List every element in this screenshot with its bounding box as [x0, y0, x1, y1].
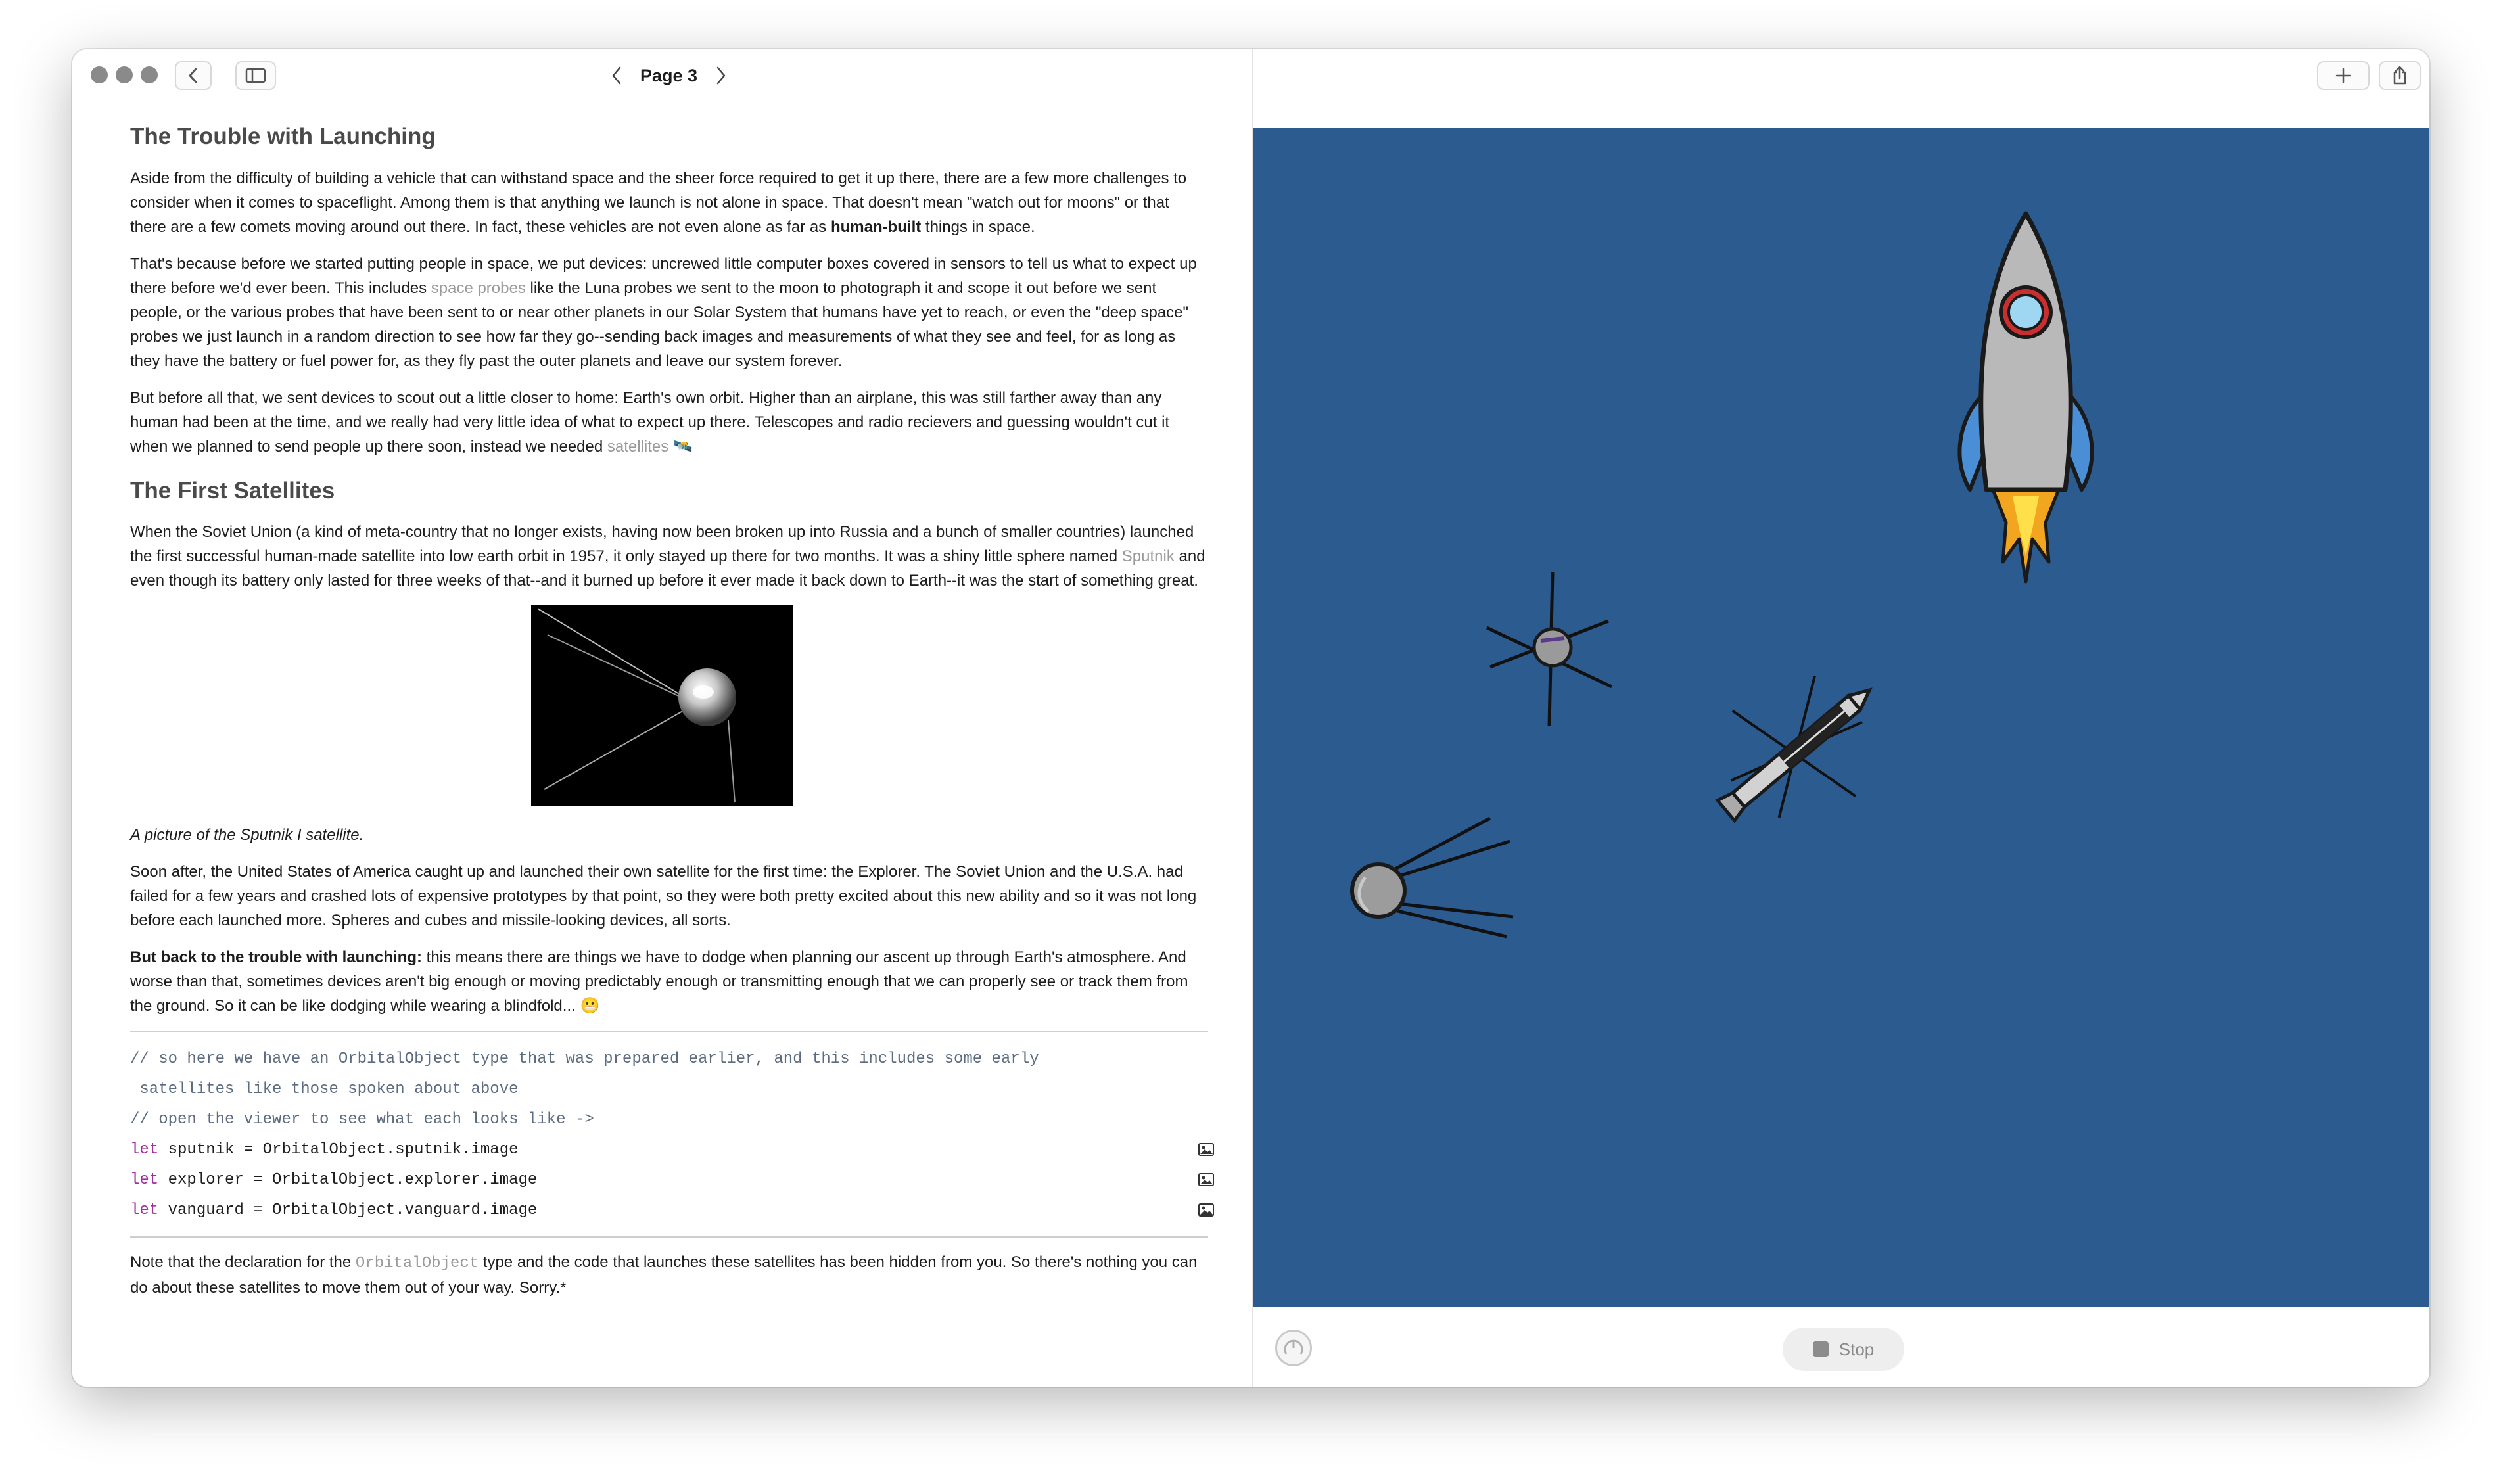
- sputnik-sprite: [1350, 816, 1514, 939]
- speedometer-icon: [1284, 1339, 1303, 1355]
- minimize-window-button[interactable]: [116, 66, 133, 83]
- image-result-icon[interactable]: [1198, 1142, 1215, 1157]
- paragraph: That's because before we started putting…: [130, 254, 1197, 370]
- rocket-sprite: [1957, 211, 2094, 584]
- document-content: The Trouble with Launching Aside from th…: [130, 122, 1214, 1312]
- bold-text: But back to the trouble with launching:: [130, 948, 422, 966]
- code-divider: [130, 1031, 1208, 1032]
- add-button[interactable]: [2317, 61, 2370, 90]
- satellite-emoji: 🛰️: [672, 437, 693, 455]
- chevron-right-icon: [716, 66, 726, 85]
- viewer-controls: Stop: [1253, 1307, 2429, 1387]
- chevron-left-icon: [612, 66, 621, 85]
- code-divider: [130, 1236, 1208, 1238]
- page-navigator: Page 3: [605, 58, 733, 93]
- scene: [1350, 211, 2094, 939]
- grimace-emoji: 😬: [580, 997, 600, 1015]
- code-line-explorer[interactable]: let explorer = OrbitalObject.explorer.im…: [130, 1165, 1214, 1195]
- share-icon: [2393, 66, 2406, 85]
- paragraph: But before all that, we sent devices to …: [130, 388, 1170, 455]
- page-title: Page 3: [640, 65, 698, 85]
- viewer-toolbar: [1253, 49, 2429, 128]
- stop-label: Stop: [1838, 1339, 1875, 1359]
- speed-control-button[interactable]: [1275, 1330, 1312, 1366]
- close-window-button[interactable]: [91, 66, 108, 83]
- inline-code: OrbitalObject: [355, 1255, 479, 1272]
- code-comment: // so here we have an OrbitalObject type…: [130, 1050, 1039, 1068]
- sputnik-link[interactable]: Sputnik: [1122, 547, 1175, 565]
- section-heading: The Trouble with Launching: [130, 124, 436, 149]
- space-probes-link[interactable]: space probes: [431, 279, 526, 297]
- sputnik-photo: [531, 605, 793, 806]
- bold-text: human-built: [830, 218, 922, 236]
- image-caption: A picture of the Sputnik I satellite.: [130, 826, 364, 844]
- paragraph: Soon after, the United States of America…: [130, 863, 1197, 929]
- app-window: Page 3 The Trouble with Launching Aside …: [72, 49, 2429, 1387]
- plus-icon: [2335, 68, 2351, 83]
- code-comment: satellites like those spoken about above: [130, 1080, 519, 1098]
- satellites-link[interactable]: satellites: [607, 438, 668, 455]
- toolbar: Page 3: [72, 49, 1252, 105]
- chevron-left-icon: [189, 68, 197, 83]
- stop-icon: [1812, 1341, 1829, 1357]
- back-button[interactable]: [175, 61, 212, 90]
- zoom-window-button[interactable]: [141, 66, 158, 83]
- paragraph: When the Soviet Union (a kind of meta-co…: [130, 523, 1205, 590]
- paragraph: Note that the declaration for the Orbita…: [130, 1253, 1198, 1297]
- document-pane: Page 3 The Trouble with Launching Aside …: [72, 49, 1252, 1387]
- explorer-sprite: [1715, 676, 1873, 823]
- paragraph: Aside from the difficulty of building a …: [130, 169, 1187, 236]
- section-heading: The First Satellites: [130, 477, 335, 503]
- code-line-vanguard[interactable]: let vanguard = OrbitalObject.vanguard.im…: [130, 1195, 1214, 1226]
- image-result-icon[interactable]: [1198, 1202, 1215, 1218]
- code-editor[interactable]: // so here we have an OrbitalObject type…: [130, 1044, 1214, 1226]
- share-button[interactable]: [2379, 61, 2421, 90]
- live-view-canvas[interactable]: [1253, 128, 2429, 1307]
- stop-button[interactable]: Stop: [1783, 1328, 1904, 1371]
- previous-page-button[interactable]: [605, 61, 628, 90]
- vanguard-sprite: [1485, 571, 1613, 727]
- code-line-sputnik[interactable]: let sputnik = OrbitalObject.sputnik.imag…: [130, 1135, 1214, 1165]
- next-page-button[interactable]: [709, 61, 733, 90]
- sidebar-icon: [245, 68, 266, 83]
- code-comment: // open the viewer to see what each look…: [130, 1111, 594, 1128]
- toggle-sidebar-button[interactable]: [235, 61, 276, 90]
- image-result-icon[interactable]: [1198, 1172, 1215, 1188]
- paragraph: But back to the trouble with launching: …: [130, 948, 1188, 1015]
